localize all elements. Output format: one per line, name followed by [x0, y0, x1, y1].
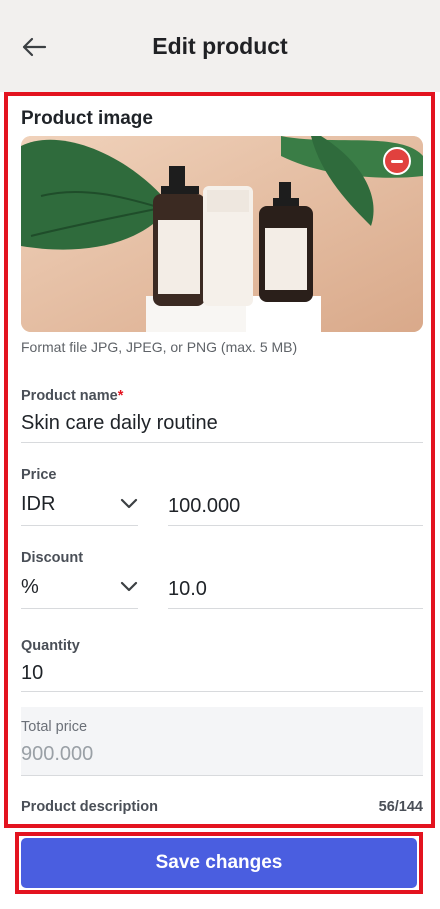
product-name-underline [21, 442, 423, 443]
product-image[interactable] [21, 136, 423, 332]
total-price-field: Total price 900.000 [21, 707, 423, 776]
chevron-down-icon [120, 498, 138, 509]
discount-label: Discount [21, 550, 84, 566]
quantity-label: Quantity [21, 638, 80, 654]
product-description-label: Product description [21, 799, 158, 815]
product-photo [21, 136, 423, 332]
product-name-input[interactable]: Skin care daily routine [21, 412, 218, 435]
page-title: Edit product [152, 33, 288, 59]
required-mark: * [117, 388, 124, 404]
remove-image-button[interactable] [383, 147, 411, 175]
minus-circle-icon [391, 159, 403, 163]
discount-unit-value: % [21, 575, 39, 598]
product-image-title: Product image [21, 108, 153, 129]
save-changes-button[interactable]: Save changes [21, 838, 417, 888]
save-button-highlight: Save changes [15, 832, 423, 894]
discount-type-select[interactable]: % [21, 569, 138, 605]
discount-type-underline [21, 608, 138, 609]
top-app-bar: Edit product [0, 0, 440, 92]
price-input[interactable]: 100.000 [168, 495, 240, 518]
chevron-down-icon [120, 581, 138, 592]
currency-value: IDR [21, 492, 56, 515]
quantity-underline [21, 691, 423, 692]
discount-input[interactable]: 10.0 [168, 578, 207, 601]
product-name-label: Product name* [21, 388, 123, 404]
product-description-header: Product description 56/144 [21, 799, 423, 815]
total-price-value: 900.000 [21, 743, 94, 765]
product-name-label-text: Product name [21, 388, 118, 404]
currency-underline [21, 525, 138, 526]
price-underline [168, 525, 423, 526]
format-hint: Format file JPG, JPEG, or PNG (max. 5 MB… [21, 339, 298, 355]
discount-underline [168, 608, 423, 609]
currency-select[interactable]: IDR [21, 486, 138, 522]
character-counter: 56/144 [378, 799, 423, 815]
quantity-input[interactable]: 10 [21, 662, 43, 685]
price-label: Price [21, 467, 57, 483]
edit-product-form[interactable]: Product image Format file JPG, JPEG, or … [4, 92, 435, 828]
total-price-label: Total price [21, 719, 88, 735]
total-price-underline [21, 775, 423, 776]
